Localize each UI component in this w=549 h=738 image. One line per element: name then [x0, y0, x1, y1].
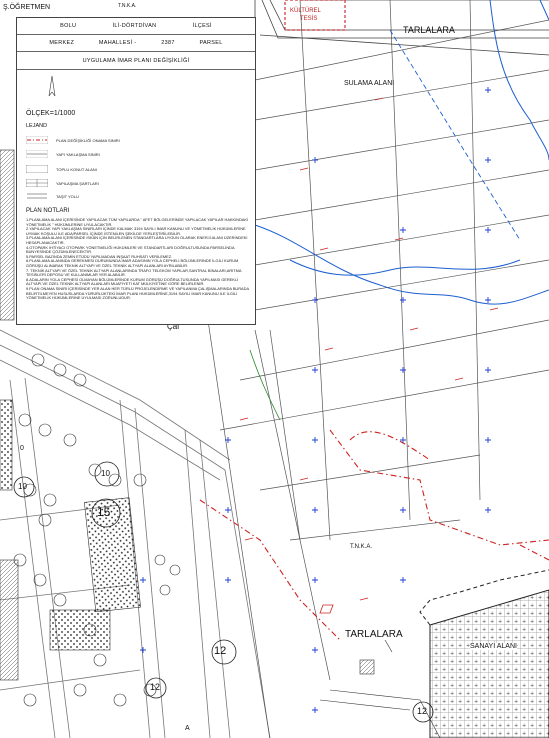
- label-block-a: A: [185, 725, 190, 732]
- legend-label: YAPILAŞMA ŞARTLARI: [56, 180, 99, 186]
- title-district: İLİ-DÖRTDİVAN: [112, 23, 157, 29]
- label-sanayi-alani: SANAYİ ALANI: [470, 643, 517, 650]
- label-kulturel: KÜLTÜREL: [290, 8, 321, 14]
- rectangle-icon: [26, 165, 48, 173]
- streams: [254, 0, 549, 305]
- label-block-0: 0: [20, 445, 24, 452]
- title-district-suffix: İLÇESİ: [192, 23, 212, 29]
- label-block-10b: 10: [101, 469, 110, 478]
- plan-title: UYGULAMA İMAR PLANI DEĞİŞİKLİĞİ: [82, 57, 190, 64]
- legend-item-plan-boundary: PLAN DEĞİŞİKLİĞİ ONAMA SINIRI: [26, 134, 120, 146]
- left-road-corridor: [0, 329, 271, 738]
- label-tnka-top: T.N.K.A.: [118, 3, 137, 9]
- legend-item-building-conditions: YAPILAŞMA ŞARTLARI: [26, 177, 99, 189]
- label-block-10a: 10: [18, 482, 27, 491]
- label-tarlalara-bottom: TARLALARA: [345, 629, 403, 640]
- label-block-12a: 12: [214, 645, 227, 657]
- legend-label: TOPLU KONUT ALANI: [56, 166, 97, 172]
- plan-notes: 1.PLANLAMA ALANI İÇERİSİNDE YAPILACAK TÜ…: [26, 217, 252, 301]
- north-arrow-icon: [48, 76, 56, 97]
- red-dimension-ticks: [239, 97, 499, 614]
- label-block-15: 15: [97, 505, 111, 519]
- title-province: BOLU: [60, 23, 77, 29]
- blue-dashed-line: [389, 29, 521, 241]
- title-neighbourhood: MERKEZ: [49, 40, 75, 46]
- label-tnka-mid: T.N.K.A.: [350, 544, 373, 550]
- label-block-12b: 12: [150, 682, 161, 692]
- legend-item-housing: TOPLU KONUT ALANI: [26, 163, 97, 175]
- label-ogretmen: Ş.ÖĞRETMEN: [3, 4, 51, 11]
- label-sulama-alani: SULAMA ALANI: [344, 80, 395, 87]
- legend-label: TAŞIT YOLU: [56, 193, 79, 199]
- double-line-icon: [27, 193, 47, 199]
- label-tarlalara-top: TARLALARA: [403, 25, 455, 35]
- thin-line-icon: [26, 150, 48, 158]
- red-tesis-block: [284, 0, 346, 31]
- legend-item-building-setback: YAPI YAKLAŞMA SINIRI: [26, 148, 100, 160]
- scale-label: ÖLÇEK=1/1000: [26, 110, 76, 117]
- legend-title: LEJAND: [26, 123, 48, 129]
- title-row-location: BOLU İLİ-DÖRTDİVAN İLÇESİ: [17, 18, 255, 35]
- plan-notes-title: PLAN NOTLARI: [26, 208, 70, 214]
- legend-label: YAPI YAKLAŞMA SINIRI: [56, 151, 100, 157]
- title-parcel-word: PARSEL: [199, 40, 223, 46]
- label-tesis: TESİS: [300, 16, 318, 22]
- dash-dot-line-icon: [26, 136, 48, 144]
- legend-label: PLAN DEĞİŞİKLİĞİ ONAMA SINIRI: [56, 137, 120, 143]
- title-row-parcel: MERKEZ MAHALLESİ - 2387 PARSEL: [17, 35, 255, 52]
- block-number-circles: [13, 461, 434, 723]
- plan-note: 9.PLAN ONAMA SINIRI İÇERİSİNDE YER ALAN …: [26, 285, 249, 301]
- title-parcel-number: 2387: [161, 40, 175, 46]
- table-box-icon: [26, 179, 48, 187]
- title-legend-panel: BOLU İLİ-DÖRTDİVAN İLÇESİ MERKEZ MAHALLE…: [16, 17, 256, 325]
- label-block-12c: 12: [417, 706, 428, 716]
- green-line: [249, 349, 281, 421]
- bottom-right-structures: [319, 639, 441, 738]
- title-neighbourhood-suffix: MAHALLESİ -: [98, 40, 137, 46]
- title-row-plan: UYGULAMA İMAR PLANI DEĞİŞİKLİĞİ: [17, 52, 255, 70]
- industrial-grid-area: [419, 569, 549, 738]
- legend-item-vehicle-road: TAŞIT YOLU: [26, 190, 79, 202]
